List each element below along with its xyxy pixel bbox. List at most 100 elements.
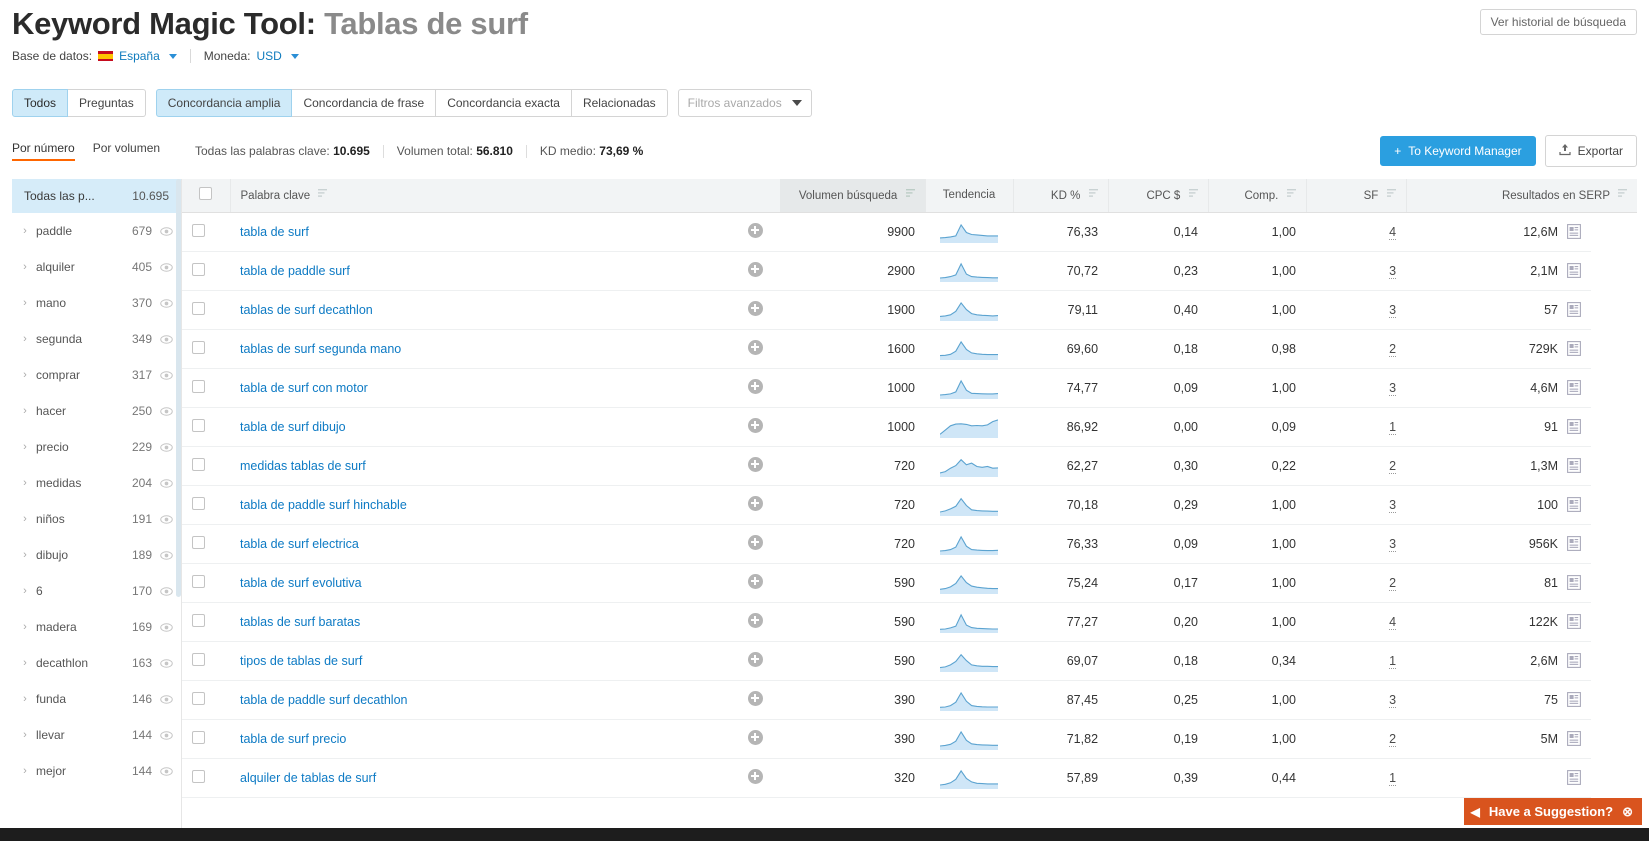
chevron-right-icon[interactable]: › [18,765,32,777]
add-keyword-icon[interactable] [747,339,763,355]
sidebar-item-precio[interactable]: › precio 229 [12,429,181,465]
keyword-link[interactable]: tabla de surf evolutiva [240,576,362,590]
table-row[interactable]: tipos de tablas de surf 590 69,07 0,18 0,34 1… [182,641,1637,681]
chevron-right-icon[interactable]: › [18,369,32,381]
column-cpc[interactable]: CPC $ [1108,179,1209,213]
eye-icon[interactable] [160,477,173,490]
keyword-link[interactable]: tabla de surf dibujo [240,420,346,434]
table-row[interactable]: tabla de paddle surf decathlon 390 87,45 0,… [182,680,1637,720]
eye-icon[interactable] [160,333,173,346]
table-row[interactable]: tabla de surf electrica 720 76,33 0,09 1,00 3… [182,524,1637,564]
serp-report-icon[interactable] [1567,653,1581,668]
chevron-right-icon[interactable]: › [18,729,32,741]
sf-link[interactable]: 3 [1389,536,1397,552]
eye-icon[interactable] [160,693,173,706]
keyword-link[interactable]: tabla de paddle surf hinchable [240,498,407,512]
sidebar-item-6[interactable]: › 6 170 [12,573,181,609]
add-keyword-icon[interactable] [747,690,763,706]
keyword-link[interactable]: tabla de surf electrica [240,537,359,551]
sf-link[interactable]: 3 [1389,380,1397,396]
eye-icon[interactable] [160,585,173,598]
close-icon[interactable]: ⊗ [1622,804,1633,820]
select-all-checkbox[interactable] [199,187,213,201]
column-sf[interactable]: SF [1306,179,1407,213]
row-checkbox[interactable] [192,418,205,432]
to-keyword-manager-button[interactable]: + To Keyword Manager [1380,136,1536,166]
eye-icon[interactable] [160,261,173,274]
sf-link[interactable]: 1 [1389,653,1397,669]
serp-report-icon[interactable] [1567,614,1581,629]
eye-icon[interactable] [160,441,173,454]
chevron-right-icon[interactable]: › [18,657,32,669]
database-value[interactable]: España [119,49,160,63]
row-checkbox[interactable] [192,379,205,393]
column-keyword[interactable]: Palabra clave [230,179,781,213]
keyword-link[interactable]: tabla de surf [240,225,309,239]
add-keyword-icon[interactable] [747,534,763,550]
keyword-link[interactable]: tipos de tablas de surf [240,654,362,668]
chevron-down-icon[interactable] [290,53,299,59]
eye-icon[interactable] [160,621,173,634]
sidebar-item-mejor[interactable]: › mejor 144 [12,753,181,789]
sidebar-item-medidas[interactable]: › medidas 204 [12,465,181,501]
eye-icon[interactable] [160,765,173,778]
column-serp[interactable]: Resultados en SERP [1406,179,1637,213]
sf-link[interactable]: 3 [1389,497,1397,513]
table-row[interactable]: tabla de paddle surf 2900 70,72 0,23 1,00 3 2,… [182,251,1637,291]
serp-report-icon[interactable] [1567,731,1581,746]
filter-concordancia-frase[interactable]: Concordancia de frase [292,89,437,117]
add-keyword-icon[interactable] [747,456,763,472]
add-keyword-icon[interactable] [747,300,763,316]
add-keyword-icon[interactable] [747,651,763,667]
sidebar-item-madera[interactable]: › madera 169 [12,609,181,645]
table-row[interactable]: medidas tablas de surf 720 62,27 0,30 0,22 2 1… [182,446,1637,486]
sf-link[interactable]: 2 [1389,341,1397,357]
row-checkbox[interactable] [192,496,205,510]
table-row[interactable]: tabla de surf precio 390 71,82 0,19 1,00 2 5M [182,719,1637,759]
eye-icon[interactable] [160,297,173,310]
table-row[interactable]: tabla de surf 9900 76,33 0,14 1,00 4 12,6M [182,212,1637,252]
row-checkbox[interactable] [192,457,205,471]
add-keyword-icon[interactable] [747,378,763,394]
chevron-right-icon[interactable]: › [18,621,32,633]
column-kd[interactable]: KD % [1013,179,1109,213]
eye-icon[interactable] [160,549,173,562]
eye-icon[interactable] [160,405,173,418]
sidebar-item-dibujo[interactable]: › dibujo 189 [12,537,181,573]
sidebar-item-mano[interactable]: › mano 370 [12,285,181,321]
keyword-link[interactable]: tabla de surf precio [240,732,346,746]
keyword-link[interactable]: tabla de paddle surf [240,264,350,278]
eye-icon[interactable] [160,657,173,670]
search-history-button[interactable]: Ver historial de búsqueda [1479,9,1637,35]
filter-todos[interactable]: Todos [12,89,69,117]
table-row[interactable]: tabla de paddle surf hinchable 720 70,18 0,… [182,485,1637,525]
sidebar-item-paddle[interactable]: › paddle 679 [12,213,181,249]
eye-icon[interactable] [160,729,173,742]
sidebar-item-segunda[interactable]: › segunda 349 [12,321,181,357]
row-checkbox[interactable] [192,730,205,744]
sidebar-item-hacer[interactable]: › hacer 250 [12,393,181,429]
sidebar-item-llevar[interactable]: › llevar 144 [12,717,181,753]
table-row[interactable]: tabla de surf con motor 1000 74,77 0,09 1,00… [182,368,1637,408]
table-row[interactable]: tabla de surf dibujo 1000 86,92 0,00 0,09 1 91 [182,407,1637,447]
serp-report-icon[interactable] [1567,770,1581,785]
chevron-right-icon[interactable]: › [18,441,32,453]
sidebar-item-niños[interactable]: › niños 191 [12,501,181,537]
row-checkbox[interactable] [192,613,205,627]
filter-relacionadas[interactable]: Relacionadas [571,89,668,117]
sf-link[interactable]: 1 [1389,770,1397,786]
table-row[interactable]: tablas de surf segunda mano 1600 69,60 0,18… [182,329,1637,369]
sf-link[interactable]: 3 [1389,692,1397,708]
chevron-right-icon[interactable]: › [18,405,32,417]
chevron-right-icon[interactable]: › [18,549,32,561]
row-checkbox[interactable] [192,574,205,588]
sf-link[interactable]: 2 [1389,731,1397,747]
serp-report-icon[interactable] [1567,341,1581,356]
table-row[interactable]: tablas de surf decathlon 1900 79,11 0,40 1,0… [182,290,1637,330]
sidebar-scrollbar[interactable] [176,179,181,597]
sf-link[interactable]: 3 [1389,302,1397,318]
row-checkbox[interactable] [192,223,205,237]
filter-concordancia-exacta[interactable]: Concordancia exacta [436,89,572,117]
sidebar-item-alquiler[interactable]: › alquiler 405 [12,249,181,285]
add-keyword-icon[interactable] [747,573,763,589]
